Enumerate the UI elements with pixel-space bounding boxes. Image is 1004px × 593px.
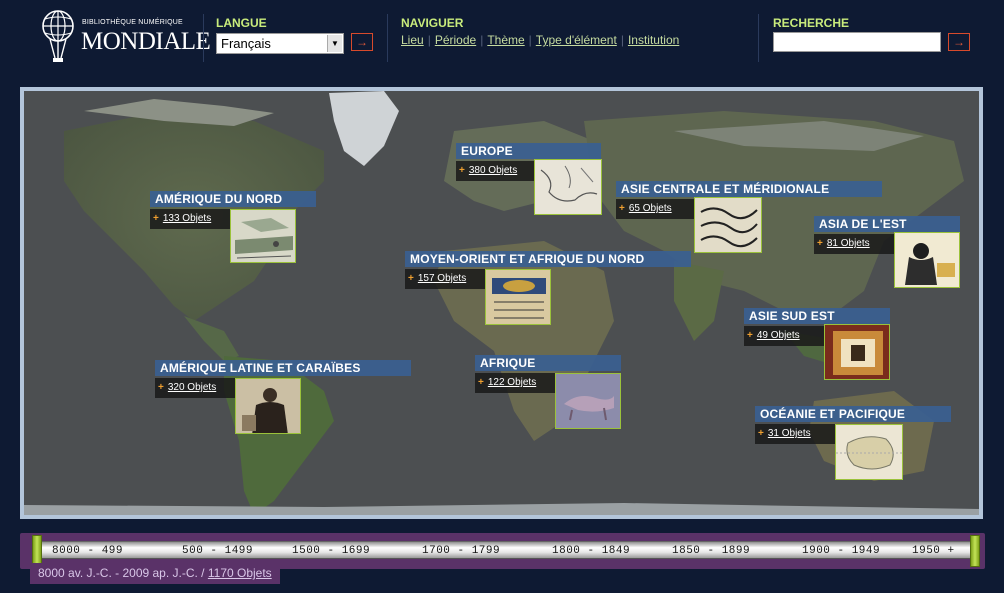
region-count[interactable]: +49 Objets — [744, 326, 824, 346]
timeline-period[interactable]: 1900 - 1949 — [802, 545, 880, 557]
nav-link-place[interactable]: Lieu — [401, 33, 424, 47]
region-thumbnail[interactable] — [694, 197, 762, 253]
painting-image — [895, 233, 959, 287]
region-title[interactable]: OCÉANIE ET PACIFIQUE — [755, 406, 951, 422]
region-count[interactable]: +157 Objets — [405, 269, 485, 289]
globe-lamp-icon — [42, 10, 74, 62]
portrait-photo-image — [236, 379, 300, 433]
search-label: RECHERCHE — [773, 16, 850, 30]
navigate-links: Lieu | Période | Thème | Type d'élément | Instit… — [401, 33, 679, 47]
region-thumbnail[interactable] — [534, 159, 602, 215]
timeline-end-handle[interactable] — [970, 535, 980, 567]
timeline-period[interactable]: 1950 + — [912, 545, 955, 557]
region-count-link[interactable]: 49 Objets — [757, 330, 800, 341]
world-map-frame: AMÉRIQUE DU NORD +133 Objets EUROPE +380… — [20, 87, 983, 519]
language-label: LANGUE — [216, 16, 267, 30]
search-go-button[interactable]: → — [948, 33, 970, 51]
region-count-link[interactable]: 157 Objets — [418, 273, 466, 284]
world-map: AMÉRIQUE DU NORD +133 Objets EUROPE +380… — [24, 91, 979, 515]
region-title[interactable]: AFRIQUE — [475, 355, 621, 371]
region-count[interactable]: +65 Objets — [616, 199, 694, 219]
search-input[interactable] — [773, 32, 941, 52]
old-map-image — [836, 425, 902, 479]
region-count-link[interactable]: 65 Objets — [629, 203, 672, 214]
logo-title: MONDIALE — [81, 28, 211, 55]
divider — [387, 14, 388, 62]
timeline-range-text: 8000 av. J.-C. - 2009 ap. J.-C. / — [38, 566, 208, 580]
plus-icon: + — [459, 165, 465, 176]
logo-subtitle: BIBLIOTHÈQUE NUMÉRIQUE — [82, 19, 183, 26]
region-thumbnail[interactable] — [485, 269, 551, 325]
timeline-period[interactable]: 8000 - 499 — [52, 545, 123, 557]
calligraphy-image — [695, 198, 761, 252]
nav-link-period[interactable]: Période — [435, 33, 476, 47]
textile-image — [825, 325, 889, 379]
plus-icon: + — [158, 382, 164, 393]
region-count[interactable]: +133 Objets — [150, 209, 230, 229]
region-title[interactable]: MOYEN-ORIENT ET AFRIQUE DU NORD — [405, 251, 691, 267]
nav-link-item-type[interactable]: Type d'élément — [536, 33, 617, 47]
timeline-period[interactable]: 1700 - 1799 — [422, 545, 500, 557]
plus-icon: + — [758, 428, 764, 439]
region-title[interactable]: AMÉRIQUE LATINE ET CARAÏBES — [155, 360, 411, 376]
nav-separator: | — [620, 33, 624, 47]
plus-icon: + — [478, 377, 484, 388]
nav-separator: | — [528, 33, 532, 47]
region-count[interactable]: +380 Objets — [456, 161, 536, 181]
timeline-period[interactable]: 1800 - 1849 — [552, 545, 630, 557]
region-title[interactable]: AMÉRIQUE DU NORD — [150, 191, 316, 207]
site-header: BIBLIOTHÈQUE NUMÉRIQUE MONDIALE LANGUE F… — [0, 0, 1004, 88]
region-count[interactable]: +31 Objets — [755, 424, 835, 444]
region-count[interactable]: +122 Objets — [475, 373, 555, 393]
language-go-button[interactable]: → — [351, 33, 373, 51]
plus-icon: + — [817, 238, 823, 249]
region-title[interactable]: ASIE SUD EST — [744, 308, 890, 324]
manuscript-image — [486, 270, 550, 324]
plus-icon: + — [153, 213, 159, 224]
region-count[interactable]: +320 Objets — [155, 378, 235, 398]
site-logo[interactable]: BIBLIOTHÈQUE NUMÉRIQUE MONDIALE — [40, 8, 211, 66]
language-select[interactable]: Français ▼ — [216, 33, 344, 54]
map-image — [535, 160, 601, 214]
region-title[interactable]: ASIA DE L'EST — [814, 216, 960, 232]
region-thumbnail[interactable] — [555, 373, 621, 429]
nav-link-institution[interactable]: Institution — [628, 33, 679, 47]
region-thumbnail[interactable] — [824, 324, 890, 380]
nav-separator: | — [480, 33, 484, 47]
timeline-period[interactable]: 1500 - 1699 — [292, 545, 370, 557]
region-thumbnail[interactable] — [894, 232, 960, 288]
timeline-bar[interactable]: 8000 - 499 500 - 1499 1500 - 1699 1700 -… — [34, 541, 980, 559]
nav-separator: | — [427, 33, 431, 47]
rock-art-image — [556, 374, 620, 428]
plus-icon: + — [747, 330, 753, 341]
divider — [203, 14, 204, 62]
region-count-link[interactable]: 122 Objets — [488, 377, 536, 388]
region-title[interactable]: ASIE CENTRALE ET MÉRIDIONALE — [616, 181, 882, 197]
navigate-label: NAVIGUER — [401, 16, 464, 30]
timeline-period[interactable]: 500 - 1499 — [182, 545, 253, 557]
region-thumbnail[interactable] — [230, 209, 296, 263]
region-count-link[interactable]: 81 Objets — [827, 238, 870, 249]
language-selected-value: Français — [221, 36, 271, 51]
timeline-count-link[interactable]: 1170 Objets — [208, 566, 272, 580]
timeline-summary: 8000 av. J.-C. - 2009 ap. J.-C. / 1170 O… — [30, 563, 280, 584]
region-count-link[interactable]: 31 Objets — [768, 428, 811, 439]
plus-icon: + — [619, 203, 625, 214]
divider — [758, 14, 759, 62]
region-title[interactable]: EUROPE — [456, 143, 601, 159]
region-count-link[interactable]: 380 Objets — [469, 165, 517, 176]
region-thumbnail[interactable] — [835, 424, 903, 480]
region-count-link[interactable]: 320 Objets — [168, 382, 216, 393]
plus-icon: + — [408, 273, 414, 284]
region-thumbnail[interactable] — [235, 378, 301, 434]
chevron-down-icon[interactable]: ▼ — [327, 35, 342, 52]
region-count[interactable]: +81 Objets — [814, 234, 894, 254]
region-count-link[interactable]: 133 Objets — [163, 213, 211, 224]
timeline-period[interactable]: 1850 - 1899 — [672, 545, 750, 557]
nav-link-theme[interactable]: Thème — [487, 33, 524, 47]
engraving-image — [231, 210, 295, 262]
